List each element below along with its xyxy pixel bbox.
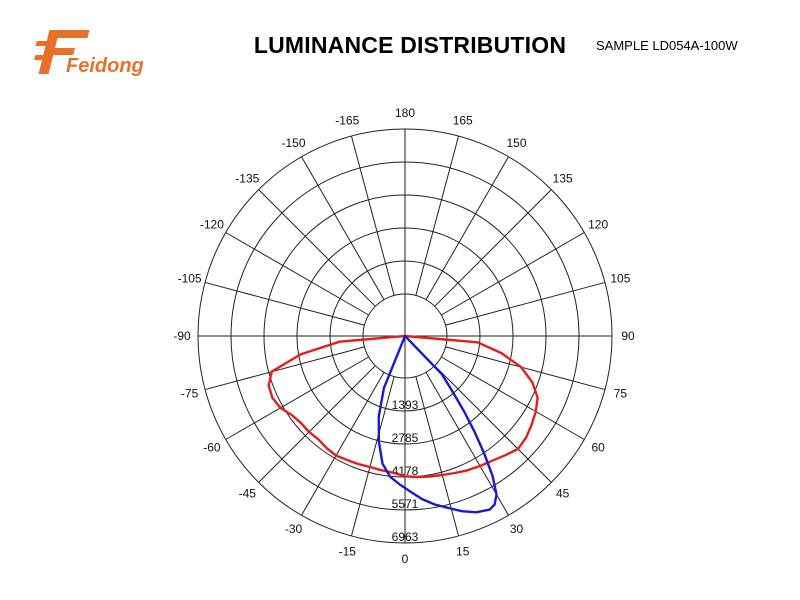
grid-spoke bbox=[434, 189, 552, 307]
angle-label: 135 bbox=[553, 171, 573, 185]
grid-spoke bbox=[350, 376, 395, 537]
angle-label: -45 bbox=[239, 487, 257, 501]
angle-label: 30 bbox=[510, 522, 524, 536]
radial-tick-label: 6963 bbox=[392, 530, 419, 544]
angle-label: -150 bbox=[281, 136, 305, 150]
angle-label: 60 bbox=[591, 441, 605, 455]
radial-tick-label: 1393 bbox=[392, 398, 419, 412]
angle-label: -105 bbox=[178, 271, 202, 285]
grid-spoke bbox=[204, 346, 365, 391]
angle-label: -60 bbox=[203, 441, 221, 455]
radial-tick-label: 2785 bbox=[392, 431, 419, 445]
angle-label: -135 bbox=[235, 171, 259, 185]
angle-label: -165 bbox=[335, 114, 359, 128]
polar-chart: 1801651501351201059075604530150-15-30-45… bbox=[173, 106, 635, 566]
grid-spoke bbox=[258, 189, 376, 307]
angle-label: 45 bbox=[556, 487, 570, 501]
angle-label: -15 bbox=[339, 544, 357, 558]
angle-label: -90 bbox=[173, 329, 191, 343]
angle-label: 165 bbox=[453, 114, 473, 128]
angle-label: 90 bbox=[621, 329, 635, 343]
grid-spoke bbox=[415, 376, 460, 537]
grid-spoke bbox=[445, 281, 606, 326]
angle-label: -30 bbox=[285, 522, 303, 536]
grid-spoke bbox=[350, 135, 395, 296]
angle-label: 120 bbox=[588, 218, 608, 232]
angle-label: 150 bbox=[506, 136, 526, 150]
angle-label: 105 bbox=[610, 271, 630, 285]
grid-spoke bbox=[415, 135, 460, 296]
angle-label: -75 bbox=[181, 387, 199, 401]
radial-tick-label: 5571 bbox=[392, 497, 419, 511]
grid-spoke bbox=[445, 346, 606, 391]
grid-spoke bbox=[204, 281, 365, 326]
angle-label: 15 bbox=[456, 544, 470, 558]
angle-label: 180 bbox=[395, 106, 415, 120]
angle-label: -120 bbox=[200, 218, 224, 232]
angle-label: 75 bbox=[614, 387, 628, 401]
angle-label: 0 bbox=[402, 552, 409, 566]
